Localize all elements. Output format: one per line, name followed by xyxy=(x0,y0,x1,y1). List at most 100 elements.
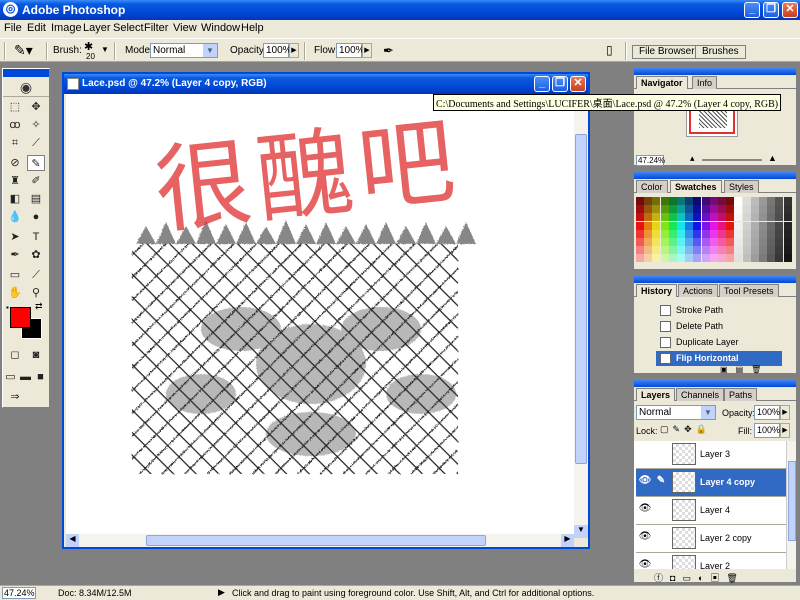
color-swatch[interactable] xyxy=(636,238,644,246)
hand-tool-icon[interactable]: ✋ xyxy=(6,285,24,301)
color-swatch[interactable] xyxy=(709,205,718,214)
paintbrush-icon[interactable]: ✎ xyxy=(654,475,668,489)
color-swatch[interactable] xyxy=(759,246,767,255)
color-swatch[interactable] xyxy=(767,221,776,230)
fill-slider-button[interactable]: ▶ xyxy=(780,423,790,438)
color-swatch[interactable] xyxy=(701,238,710,246)
color-swatch[interactable] xyxy=(701,205,710,214)
color-swatch[interactable] xyxy=(660,221,669,230)
color-swatch[interactable] xyxy=(644,254,653,263)
color-swatch[interactable] xyxy=(677,197,685,205)
color-swatch[interactable] xyxy=(652,205,661,214)
gradient-tool-icon[interactable]: ▤ xyxy=(27,191,45,207)
color-swatch[interactable] xyxy=(685,246,694,255)
color-swatch[interactable] xyxy=(668,238,677,246)
jump-to-imageready-icon[interactable]: ⇒ xyxy=(6,389,24,405)
color-swatch[interactable] xyxy=(668,213,677,222)
color-swatch[interactable] xyxy=(677,213,685,222)
color-swatch[interactable] xyxy=(750,221,759,230)
color-swatch[interactable] xyxy=(718,221,726,230)
zoom-in-icon[interactable]: ▲ xyxy=(768,153,777,163)
color-swatch[interactable] xyxy=(783,254,792,263)
color-swatch[interactable] xyxy=(742,254,751,263)
color-swatch[interactable] xyxy=(677,205,685,214)
color-swatch[interactable] xyxy=(644,229,653,238)
horizontal-scroll-thumb[interactable] xyxy=(146,535,486,546)
color-swatch[interactable] xyxy=(668,246,677,255)
color-swatch[interactable] xyxy=(709,229,718,238)
color-swatch[interactable] xyxy=(742,221,751,230)
color-swatch[interactable] xyxy=(726,197,735,205)
color-swatch[interactable] xyxy=(636,246,644,255)
color-swatch[interactable] xyxy=(660,197,669,205)
tab-actions[interactable]: Actions xyxy=(678,284,718,297)
status-menu-arrow-icon[interactable]: ▶ xyxy=(218,587,225,598)
color-swatch[interactable] xyxy=(726,221,735,230)
quick-mask-mode-icon[interactable]: ◙ xyxy=(27,347,45,363)
notes-tool-icon[interactable]: ▭ xyxy=(6,267,24,283)
color-swatch[interactable] xyxy=(668,229,677,238)
layer-opacity-input[interactable]: 100% xyxy=(754,405,780,420)
dodge-tool-icon[interactable]: ● xyxy=(27,209,45,225)
color-swatch[interactable] xyxy=(677,254,685,263)
menu-select[interactable]: Select xyxy=(113,22,144,34)
menu-help[interactable]: Help xyxy=(241,22,264,34)
color-swatch[interactable] xyxy=(734,229,743,238)
foreground-color-swatch[interactable] xyxy=(10,307,31,328)
color-swatch[interactable] xyxy=(734,197,743,205)
palette-well-icon[interactable]: ▯ xyxy=(606,43,613,57)
tab-styles[interactable]: Styles xyxy=(724,180,759,193)
custom-shape-tool-icon[interactable]: ✿ xyxy=(27,247,45,263)
blur-tool-icon[interactable]: 💧 xyxy=(6,209,24,225)
color-swatch[interactable] xyxy=(693,254,702,263)
color-swatch[interactable] xyxy=(636,197,644,205)
color-swatch[interactable] xyxy=(767,246,776,255)
color-swatch[interactable] xyxy=(767,229,776,238)
color-swatch[interactable] xyxy=(668,197,677,205)
airbrush-icon[interactable]: ✒ xyxy=(383,43,394,59)
color-swatch[interactable] xyxy=(718,205,726,214)
layer-row[interactable]: Layer 3 xyxy=(636,441,786,469)
color-swatch[interactable] xyxy=(775,254,784,263)
color-swatch[interactable] xyxy=(726,229,735,238)
trash-icon[interactable]: 🗑 xyxy=(726,573,744,583)
color-swatch[interactable] xyxy=(775,238,784,246)
color-swatch[interactable] xyxy=(668,221,677,230)
color-swatch[interactable] xyxy=(701,229,710,238)
color-swatch[interactable] xyxy=(783,197,792,205)
color-swatch[interactable] xyxy=(685,229,694,238)
color-swatch[interactable] xyxy=(685,197,694,205)
color-swatch[interactable] xyxy=(652,229,661,238)
color-swatch[interactable] xyxy=(636,205,644,214)
color-swatch[interactable] xyxy=(726,205,735,214)
lock-image-icon[interactable]: ✎ xyxy=(673,424,685,434)
color-swatch[interactable] xyxy=(693,221,702,230)
color-swatch[interactable] xyxy=(775,246,784,255)
layer-row[interactable]: 👁 Layer 4 xyxy=(636,497,786,525)
color-swatch[interactable] xyxy=(750,238,759,246)
color-swatch[interactable] xyxy=(652,246,661,255)
fill-input[interactable]: 100% xyxy=(754,423,780,438)
type-tool-icon[interactable]: T xyxy=(27,229,45,245)
maximize-button[interactable]: ❐ xyxy=(763,2,779,18)
color-swatch[interactable] xyxy=(734,221,743,230)
color-swatch[interactable] xyxy=(709,254,718,263)
color-swatch[interactable] xyxy=(636,254,644,263)
document-horizontal-scrollbar[interactable]: ◀ ▶ xyxy=(66,534,574,547)
close-button[interactable]: ✕ xyxy=(782,2,798,18)
color-swatch[interactable] xyxy=(709,213,718,222)
history-item[interactable]: Stroke Path xyxy=(656,303,782,318)
document-titlebar[interactable]: Lace.psd @ 47.2% (Layer 4 copy, RGB) _ ❐… xyxy=(64,74,588,94)
color-swatch[interactable] xyxy=(685,221,694,230)
history-item-current[interactable]: Flip Horizontal xyxy=(656,351,782,366)
tab-channels[interactable]: Channels xyxy=(676,388,725,401)
flow-slider-button[interactable]: ▶ xyxy=(362,43,372,58)
document-canvas[interactable]: 很醜吧 xyxy=(66,94,574,538)
layers-scrollbar[interactable] xyxy=(786,441,796,569)
color-swatch[interactable] xyxy=(775,229,784,238)
color-swatch[interactable] xyxy=(660,238,669,246)
color-swatch[interactable] xyxy=(718,246,726,255)
scroll-left-icon[interactable]: ◀ xyxy=(66,534,79,547)
color-swatch[interactable] xyxy=(660,229,669,238)
layer-opacity-slider-button[interactable]: ▶ xyxy=(780,405,790,420)
